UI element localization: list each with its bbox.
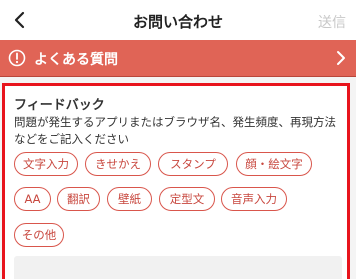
chevron-right-icon [332,48,350,68]
faq-label: よくある質問 [34,52,118,68]
alert-circle-icon [8,49,26,67]
tag-aa[interactable]: AA [14,187,51,211]
tag-themes[interactable]: きせかえ [85,152,151,176]
header: お問い合わせ 送信 [0,0,356,40]
tag-text-input[interactable]: 文字入力 [14,152,78,176]
page-title: お問い合わせ [132,13,223,31]
feedback-panel: フィードバック 問題が発生するアプリまたはブラウザ名、発生頻度、再現方法などをご… [2,83,350,279]
tag-fixed-phrases[interactable]: 定型文 [159,187,215,211]
feedback-text-area[interactable] [14,256,342,279]
tag-voice-input[interactable]: 音声入力 [221,187,287,211]
tag-translate[interactable]: 翻訳 [57,187,100,211]
tag-emoji[interactable]: 顔・絵文字 [236,152,312,176]
tag-other[interactable]: その他 [14,223,64,247]
feedback-description: 問題が発生するアプリまたはブラウザ名、発生頻度、再現方法などをご記入ください [14,115,336,146]
contact-screen: お問い合わせ 送信 よくある質問 フィードバック 問題が発生するアプリまたはブラ… [0,0,356,279]
feedback-title: フィードバック [14,98,105,113]
tag-wallpaper[interactable]: 壁紙 [107,187,152,211]
faq-banner[interactable]: よくある質問 [0,40,356,77]
tag-stamps[interactable]: スタンプ [158,152,228,176]
send-button[interactable]: 送信 [318,12,346,32]
